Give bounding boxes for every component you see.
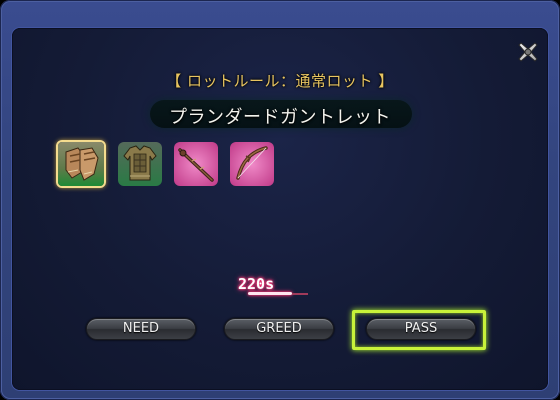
close-icon[interactable]: [516, 40, 540, 64]
roll-timer-bar: [248, 292, 308, 296]
item-slot-gauntlets[interactable]: [56, 140, 106, 188]
pass-button[interactable]: PASS: [366, 318, 476, 340]
roll-timer-fill: [248, 292, 292, 295]
bow-icon: [230, 142, 274, 186]
greed-button[interactable]: GREED: [224, 318, 334, 340]
roll-timer-track: [292, 293, 308, 295]
gauntlets-icon: [58, 142, 104, 186]
item-slot-staff[interactable]: [174, 142, 218, 186]
need-button[interactable]: NEED: [86, 318, 196, 340]
item-slot-body-armor[interactable]: [118, 142, 162, 186]
loot-window: 【 ロットルール：通常ロット 】 プランダードガントレット 220s NEED …: [0, 0, 560, 400]
item-slot-bow[interactable]: [230, 142, 274, 186]
staff-icon: [174, 142, 218, 186]
roll-timer-text: 220s: [238, 275, 275, 293]
body-armor-icon: [118, 142, 162, 186]
item-name: プランダードガントレット: [169, 107, 391, 128]
loot-rule-label: 【 ロットルール：通常ロット 】: [166, 72, 394, 90]
